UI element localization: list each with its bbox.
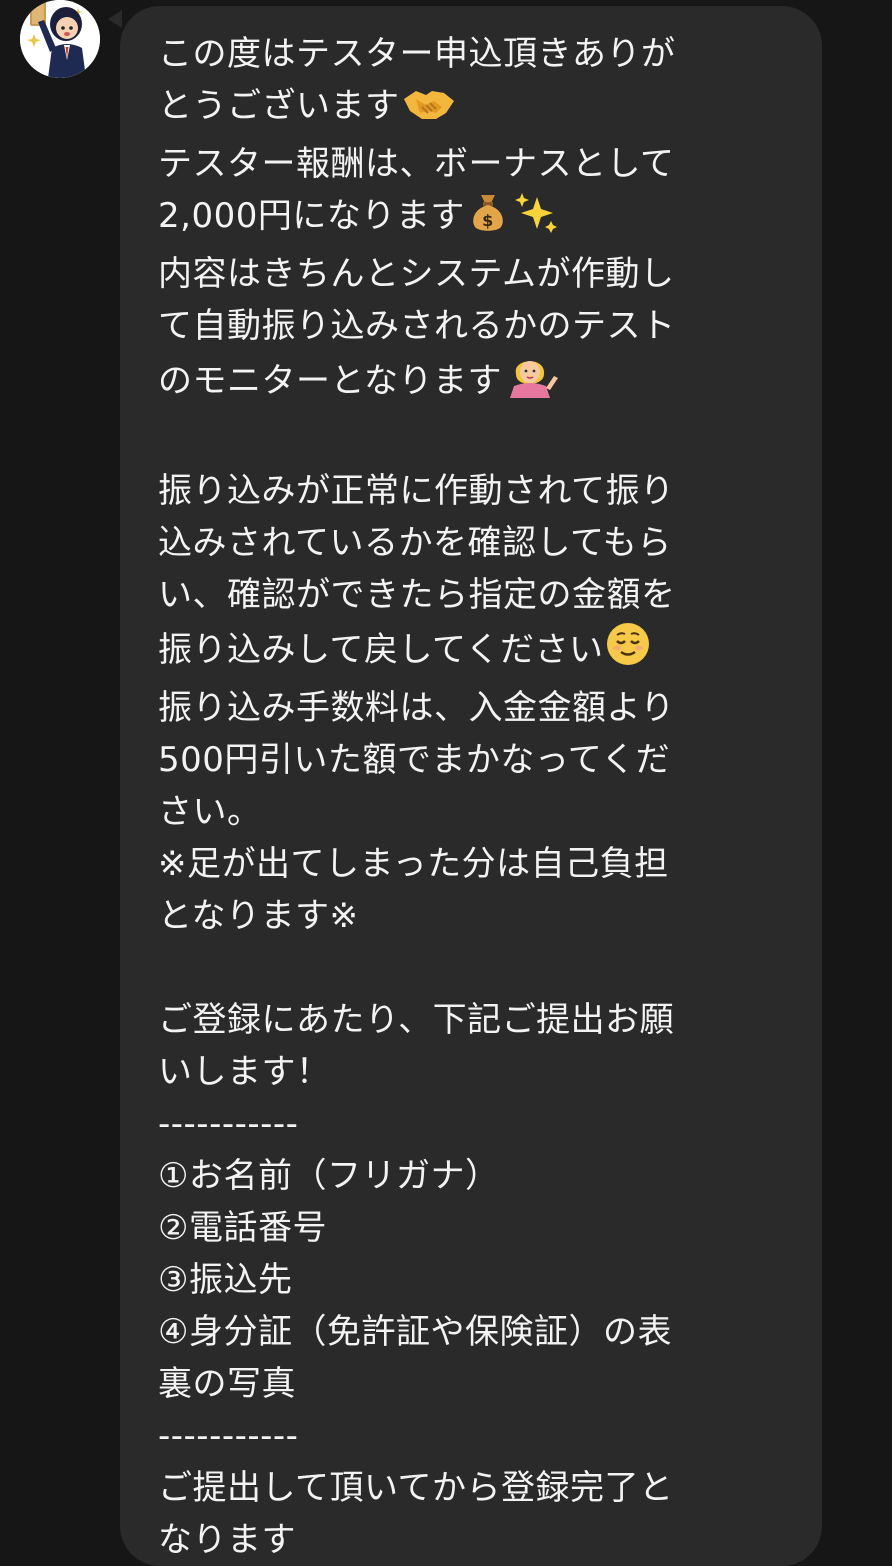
message-line: ※足が出てしまった分は自己負担 [158, 844, 669, 884]
message-line: この度はテスター申込頂きありが [158, 34, 676, 74]
message-line: 2,000円になります [158, 196, 465, 236]
message-line: ----------- [158, 1104, 299, 1144]
chat-screen: この度はテスター申込頂きありが とうございます テスター報酬は、ボーナスとして … [0, 0, 892, 1566]
message-line: て自動振り込みされるかのテスト [158, 306, 676, 346]
message-line: さい。 [158, 792, 262, 832]
sender-avatar-illustration [20, 0, 100, 78]
message-line: ①お名前（フリガナ） [158, 1156, 500, 1196]
message-line: 裏の写真 [158, 1364, 296, 1404]
sparkles-emoji [513, 191, 559, 248]
message-line: ご登録にあたり、下記ご提出お願 [158, 1000, 675, 1040]
message-line: のモニターとなります [158, 361, 502, 401]
message-line: なります [158, 1520, 296, 1560]
message-line: 込みされているかを確認してもら [158, 523, 672, 563]
message-text: この度はテスター申込頂きありが とうございます テスター報酬は、ボーナスとして … [158, 28, 802, 1566]
money-bag-emoji: $ [467, 191, 509, 248]
message-bubble-tail [108, 10, 122, 28]
message-line: 振り込みして戻してください [158, 630, 604, 670]
message-line: 内容はきちんとシステムが作動し [158, 254, 675, 294]
handshake-emoji [402, 83, 456, 138]
message-line: 振り込みが正常に作動されて振り [158, 471, 675, 511]
message-line: 500円引いた額でまかなってくだ [158, 740, 671, 780]
message-line: ④身分証（免許証や保険証）の表 [158, 1312, 672, 1352]
person-tipping-hand-emoji [504, 352, 560, 413]
message-line: ご提出して頂いてから登録完了と [158, 1468, 674, 1508]
message-bubble[interactable]: この度はテスター申込頂きありが とうございます テスター報酬は、ボーナスとして … [120, 6, 822, 1566]
message-line: とうございます [158, 86, 400, 126]
message-line: 振り込み手数料は、入金金額より [158, 688, 675, 728]
message-line: い、確認ができたら指定の金額を [158, 575, 676, 615]
message-line: テスター報酬は、ボーナスとして [158, 144, 675, 184]
message-line: ②電話番号 [158, 1208, 327, 1248]
svg-text:$: $ [482, 211, 494, 230]
message-line: いします！ [158, 1052, 331, 1092]
message-line: ----------- [158, 1416, 299, 1456]
sender-avatar[interactable] [20, 0, 100, 78]
message-line: ③振込先 [158, 1260, 293, 1300]
relieved-face-emoji [605, 621, 651, 682]
message-line: となります※ [158, 896, 359, 936]
